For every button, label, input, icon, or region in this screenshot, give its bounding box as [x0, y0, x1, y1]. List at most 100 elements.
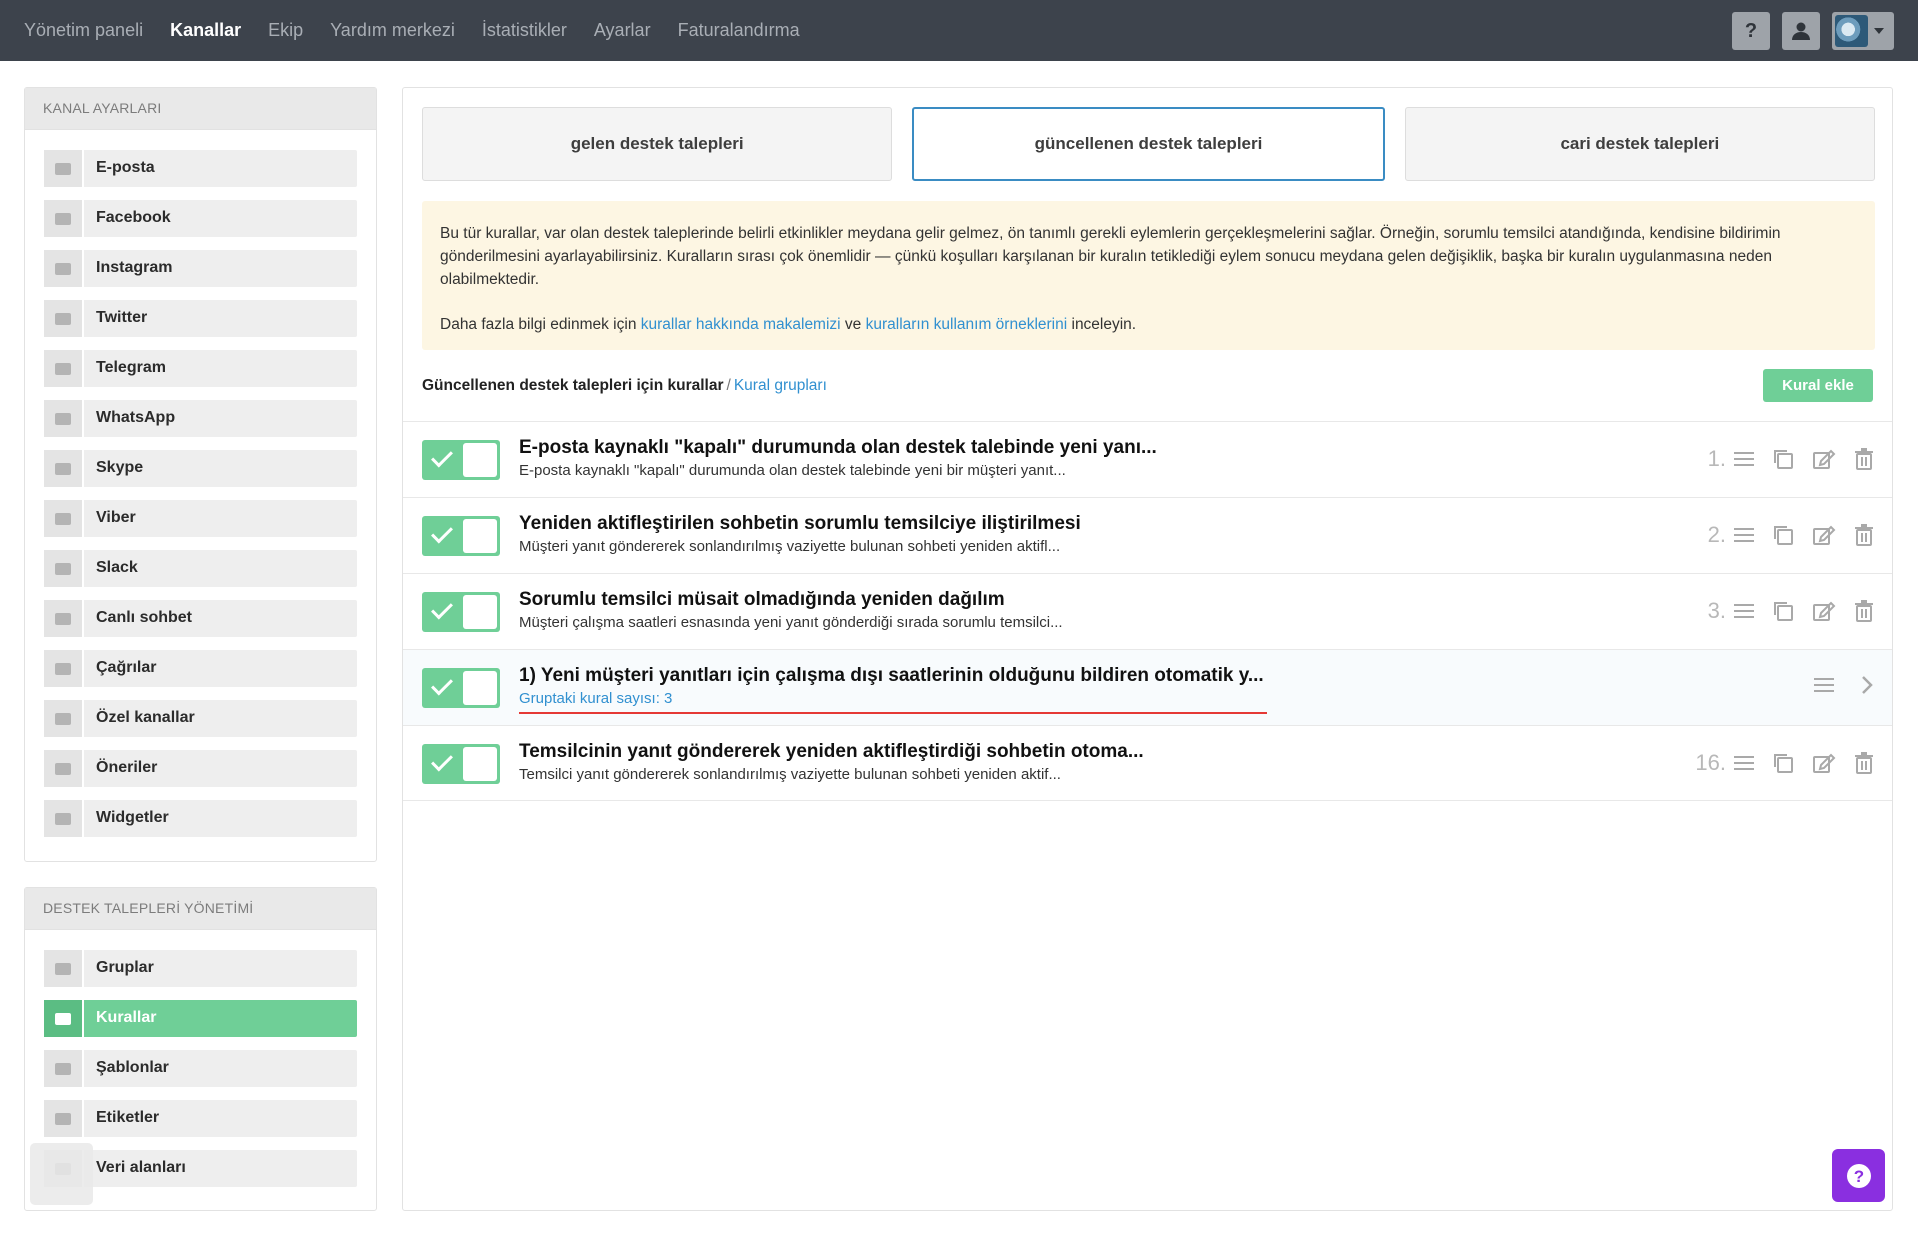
drag-handle-icon[interactable]	[1734, 527, 1754, 543]
sidebar-item-channel-8[interactable]: Slack	[44, 550, 357, 587]
rule-enabled-toggle[interactable]	[422, 668, 500, 708]
sidebar-item-channel-3[interactable]: Twitter	[44, 300, 357, 337]
check-icon	[431, 445, 453, 468]
copy-icon[interactable]	[1772, 524, 1794, 546]
tab-current[interactable]: cari destek talepleri	[1404, 107, 1875, 181]
floating-widget[interactable]	[30, 1143, 93, 1205]
sidebar-item-channel-label: Twitter	[96, 309, 148, 326]
edit-icon[interactable]	[1812, 524, 1836, 546]
sidebar-item-channel-5[interactable]: WhatsApp	[44, 400, 357, 437]
trash-icon[interactable]	[1854, 448, 1874, 470]
sidebar-item-channel-2[interactable]: Instagram	[44, 250, 357, 287]
rule-title[interactable]: E-posta kaynaklı "kapalı" durumunda olan…	[519, 437, 1157, 459]
sidebar-item-channel-7[interactable]: Viber	[44, 500, 357, 537]
nav-team[interactable]: Ekip	[268, 20, 303, 41]
copy-icon[interactable]	[1772, 752, 1794, 774]
help-button[interactable]: ?	[1732, 12, 1770, 50]
drag-handle-icon[interactable]	[1734, 755, 1754, 771]
nav-settings[interactable]: Ayarlar	[594, 20, 651, 41]
rules-article-link[interactable]: kurallar hakkında makalemizi	[641, 316, 841, 333]
sidebar-item-channel-12[interactable]: Öneriler	[44, 750, 357, 787]
sidebar-item-channel-0[interactable]: E-posta	[44, 150, 357, 187]
sidebar-item-channel-label: Özel kanallar	[96, 709, 195, 726]
rule-row[interactable]: Temsilcinin yanıt göndererek yeniden akt…	[403, 725, 1892, 801]
drag-handle-icon[interactable]	[1814, 677, 1834, 693]
rule-group-row[interactable]: 1) Yeni müşteri yanıtları için çalışma d…	[403, 649, 1892, 725]
avatar-dropdown[interactable]	[1832, 12, 1894, 50]
check-icon	[431, 521, 453, 544]
tab-updated[interactable]: güncellenen destek talepleri	[912, 107, 1385, 181]
edit-icon[interactable]	[1812, 752, 1836, 774]
rule-description: Temsilci yanıt göndererek sonlandırılmış…	[519, 766, 1061, 783]
trash-icon[interactable]	[1854, 524, 1874, 546]
check-icon	[431, 673, 453, 696]
sidebar-item-management-label: Etiketler	[96, 1109, 160, 1126]
toggle-knob	[463, 747, 497, 781]
sidebar-item-channel-6[interactable]: Skype	[44, 450, 357, 487]
nav-help-center[interactable]: Yardım merkezi	[330, 20, 455, 41]
nav-statistics[interactable]: İstatistikler	[482, 20, 567, 41]
svg-text:?: ?	[1853, 1167, 1863, 1186]
sidebar-item-management-2[interactable]: Şablonlar	[44, 1050, 357, 1087]
sidebar-item-management-1[interactable]: Kurallar	[44, 1000, 357, 1037]
skype-icon	[44, 450, 84, 487]
sidebar-item-management-3[interactable]: Etiketler	[44, 1100, 357, 1137]
sidebar-item-management-0[interactable]: Gruplar	[44, 950, 357, 987]
nav-channels[interactable]: Kanallar	[170, 20, 241, 41]
chevron-right-icon[interactable]	[1860, 674, 1874, 696]
rule-row[interactable]: E-posta kaynaklı "kapalı" durumunda olan…	[403, 421, 1892, 497]
rule-enabled-toggle[interactable]	[422, 744, 500, 784]
telegram-icon	[44, 350, 84, 387]
rule-description: Müşteri yanıt göndererek sonlandırılmış …	[519, 538, 1061, 555]
sidebar-item-channel-1[interactable]: Facebook	[44, 200, 357, 237]
sidebar-item-management-label: Veri alanları	[96, 1159, 186, 1176]
rule-enabled-toggle[interactable]	[422, 592, 500, 632]
breadcrumb: Güncellenen destek talepleri için kurall…	[422, 377, 827, 395]
sidebar-item-channel-9[interactable]: Canlı sohbet	[44, 600, 357, 637]
add-rule-button[interactable]: Kural ekle	[1763, 369, 1873, 402]
rule-title[interactable]: Sorumlu temsilci müsait olmadığında yeni…	[519, 589, 1005, 611]
sidebar-item-channel-10[interactable]: Çağrılar	[44, 650, 357, 687]
nav-dashboard[interactable]: Yönetim paneli	[24, 20, 143, 41]
sitemap-icon	[44, 950, 84, 987]
copy-icon[interactable]	[1772, 448, 1794, 470]
tab-incoming[interactable]: gelen destek talepleri	[422, 107, 893, 181]
rule-title[interactable]: 1) Yeni müşteri yanıtları için çalışma d…	[519, 665, 1264, 687]
edit-icon[interactable]	[1812, 448, 1836, 470]
profile-button[interactable]	[1782, 12, 1820, 50]
rule-actions: 3.	[1708, 598, 1874, 624]
rule-title[interactable]: Yeniden aktifleştirilen sohbetin sorumlu…	[519, 513, 1081, 535]
support-chat-button[interactable]: ?	[1832, 1149, 1885, 1202]
cube-icon	[44, 800, 84, 837]
sidebar-item-channel-13[interactable]: Widgetler	[44, 800, 357, 837]
nav-billing[interactable]: Faturalandırma	[678, 20, 800, 41]
shuffle-icon	[44, 1000, 84, 1037]
rule-enabled-toggle[interactable]	[422, 516, 500, 556]
drag-handle-icon[interactable]	[1734, 603, 1754, 619]
info-box: Bu tür kurallar, var olan destek taleple…	[422, 201, 1875, 350]
sidebar-item-management-label: Gruplar	[96, 959, 154, 976]
rule-row[interactable]: Yeniden aktifleştirilen sohbetin sorumlu…	[403, 497, 1892, 573]
rule-enabled-toggle[interactable]	[422, 440, 500, 480]
rule-order-number: 1.	[1707, 446, 1726, 471]
user-icon	[1792, 22, 1810, 40]
info-more: Daha fazla bilgi edinmek için kurallar h…	[440, 313, 1857, 336]
info-text-c: inceleyin.	[1067, 316, 1137, 333]
breadcrumb-rule-groups-link[interactable]: Kural grupları	[734, 377, 827, 394]
drag-handle-icon[interactable]	[1734, 451, 1754, 467]
trash-icon[interactable]	[1854, 600, 1874, 622]
rule-type-tabs: gelen destek talepleri güncellenen deste…	[422, 107, 1875, 181]
sidebar-item-channel-4[interactable]: Telegram	[44, 350, 357, 387]
rule-title[interactable]: Temsilcinin yanıt göndererek yeniden akt…	[519, 741, 1144, 763]
rule-row[interactable]: Sorumlu temsilci müsait olmadığında yeni…	[403, 573, 1892, 649]
sidebar-item-channel-11[interactable]: Özel kanallar	[44, 700, 357, 737]
sidebar-item-channel-label: Facebook	[96, 209, 171, 226]
edit-icon[interactable]	[1812, 600, 1836, 622]
whatsapp-icon	[44, 400, 84, 437]
chevron-down-icon	[1874, 28, 1884, 34]
breadcrumb-separator: /	[726, 377, 731, 394]
trash-icon[interactable]	[1854, 752, 1874, 774]
group-rule-count[interactable]: Gruptaki kural sayısı: 3	[519, 690, 672, 707]
copy-icon[interactable]	[1772, 600, 1794, 622]
rules-examples-link[interactable]: kuralların kullanım örneklerini	[866, 316, 1068, 333]
